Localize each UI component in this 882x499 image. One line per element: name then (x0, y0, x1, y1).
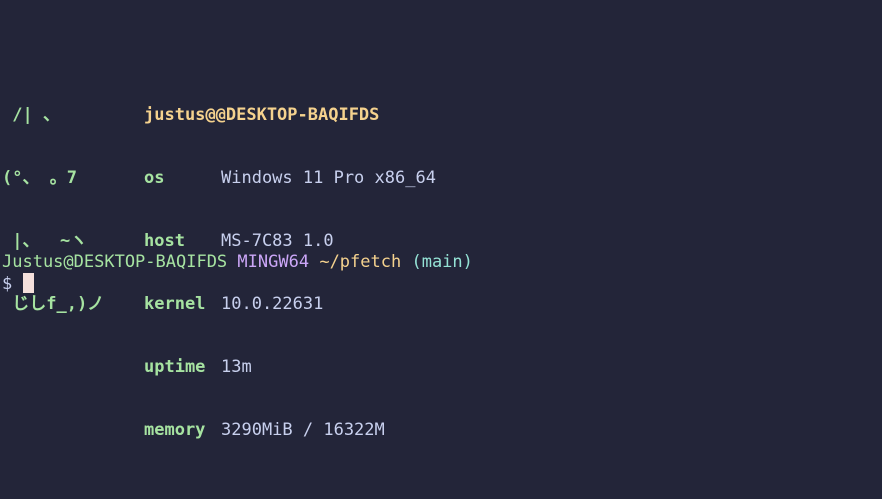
shell-prompt: Justus@DESKTOP-BAQIFDS MINGW64 ~/pfetch … (2, 252, 473, 273)
info-key: memory (144, 420, 206, 440)
info-row-kernel: kernel 10.0.22631 (144, 294, 436, 315)
prompt-user-host: Justus@DESKTOP-BAQIFDS (2, 252, 228, 272)
prompt-git-branch: (main) (411, 252, 473, 272)
prompt-system: MINGW64 (237, 252, 310, 272)
info-value: Windows 11 Pro x86_64 (221, 168, 436, 188)
info-key: host (144, 231, 185, 251)
ascii-line: (°、 。7 (2, 168, 77, 188)
command-line[interactable]: $ (2, 273, 34, 295)
terminal-window[interactable]: /| 、 (°、 。7 |、 ~ヽ じしf_,)ノ justus@@DESKTO… (0, 0, 882, 499)
user-host-title: justus@@DESKTOP-BAQIFDS (144, 105, 380, 125)
ascii-line: /| 、 (2, 105, 60, 125)
ascii-line: |、 ~ヽ (2, 231, 88, 251)
prompt-symbol: $ (2, 274, 13, 294)
info-row-memory: memory 3290MiB / 16322M (144, 420, 436, 441)
info-value: MS-7C83 1.0 (221, 231, 334, 251)
text-cursor[interactable] (22, 273, 34, 293)
info-key: uptime (144, 357, 206, 377)
info-value: 3290MiB / 16322M (221, 420, 385, 440)
system-info: justus@@DESKTOP-BAQIFDS os Windows 11 Pro… (144, 63, 436, 483)
info-value: 13m (221, 357, 252, 377)
info-row-uptime: uptime 13m (144, 357, 436, 378)
ascii-art-logo: /| 、 (°、 。7 |、 ~ヽ じしf_,)ノ (2, 63, 104, 357)
info-value: 10.0.22631 (221, 294, 324, 314)
ascii-line: じしf_,)ノ (2, 294, 105, 314)
info-row-host: host MS-7C83 1.0 (144, 231, 436, 252)
info-key: os (144, 168, 165, 188)
info-key: kernel (144, 294, 206, 314)
info-title-row: justus@@DESKTOP-BAQIFDS (144, 105, 436, 126)
prompt-path: ~/pfetch (319, 252, 402, 272)
info-row-os: os Windows 11 Pro x86_64 (144, 168, 436, 189)
